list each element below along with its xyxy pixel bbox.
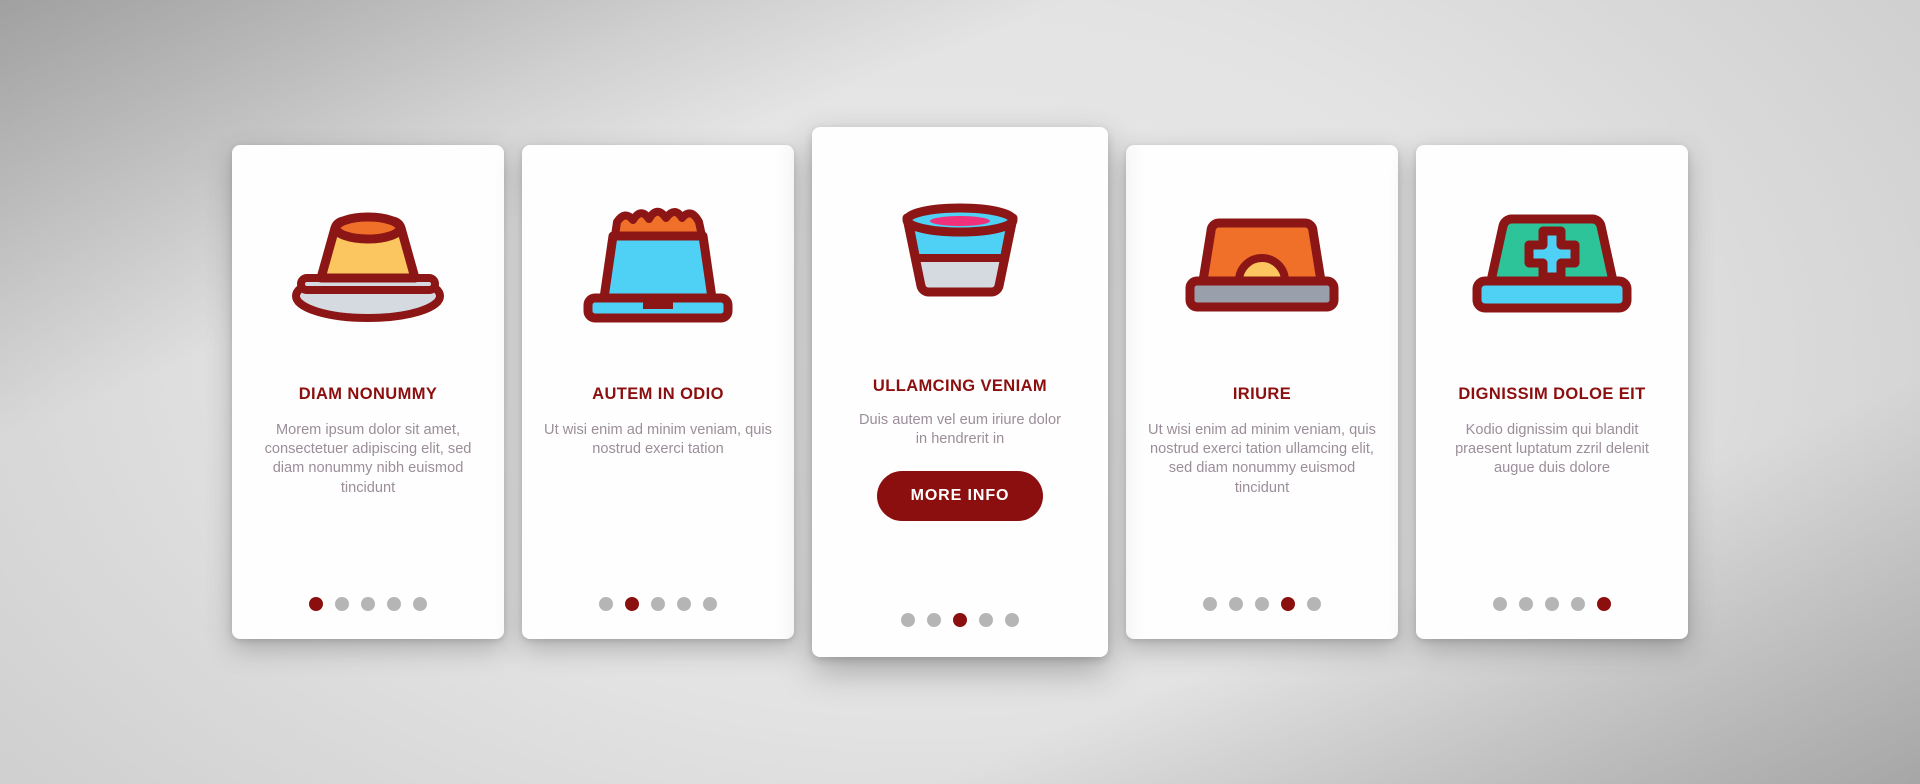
pagination-dot[interactable] xyxy=(1493,597,1507,611)
pet-food-bowl-filled-icon xyxy=(292,212,444,322)
onboarding-card[interactable]: DIGNISSIM DOLOE EIT Kodio dignissim qui b… xyxy=(1416,145,1688,639)
pagination-dot-active[interactable] xyxy=(1597,597,1611,611)
card-icon xyxy=(540,145,776,385)
pagination-dots xyxy=(599,597,717,611)
pagination-dot-active[interactable] xyxy=(625,597,639,611)
pagination-dot-active[interactable] xyxy=(309,597,323,611)
pet-bowl-with-kibble-icon xyxy=(583,207,733,323)
pagination-dot[interactable] xyxy=(413,597,427,611)
pagination-dot[interactable] xyxy=(927,613,941,627)
card-body-text: Kodio dignissim qui blandit praesent lup… xyxy=(1455,421,1649,477)
pagination-dot[interactable] xyxy=(1255,597,1269,611)
pet-feeder-tray-icon xyxy=(1185,218,1339,312)
card-rail: DIAM NONUMMY Morem ipsum dolor sit amet, … xyxy=(0,0,1920,784)
card-title: AUTEM IN ODIO xyxy=(592,385,724,403)
pagination-dot[interactable] xyxy=(901,613,915,627)
pagination-dot[interactable] xyxy=(1203,597,1217,611)
pagination-dots xyxy=(901,613,1019,627)
pagination-dot[interactable] xyxy=(599,597,613,611)
card-title: DIAM NONUMMY xyxy=(298,385,438,403)
pagination-dot[interactable] xyxy=(335,597,349,611)
card-icon xyxy=(250,145,486,385)
more-info-button[interactable]: MORE INFO xyxy=(876,471,1044,522)
pagination-dot[interactable] xyxy=(387,597,401,611)
pagination-dot[interactable] xyxy=(361,597,375,611)
pagination-dot[interactable] xyxy=(1519,597,1533,611)
card-icon xyxy=(830,127,1090,377)
card-body-text: Duis autem vel eum iriure dolor in hendr… xyxy=(859,411,1061,448)
pagination-dot[interactable] xyxy=(1545,597,1559,611)
card-body-text: Ut wisi enim ad minim veniam, quis nostr… xyxy=(1148,421,1376,496)
card-body-text: Ut wisi enim ad minim veniam, quis nostr… xyxy=(544,421,772,458)
onboarding-card[interactable]: ULLAMCING VENIAM Duis autem vel eum iriur… xyxy=(812,127,1108,657)
onboarding-card[interactable]: AUTEM IN ODIO Ut wisi enim ad minim venia… xyxy=(522,145,794,639)
onboarding-card[interactable]: DIAM NONUMMY Morem ipsum dolor sit amet, … xyxy=(232,145,504,639)
pagination-dot-active[interactable] xyxy=(953,613,967,627)
onboarding-card[interactable]: IRIURE Ut wisi enim ad minim veniam, quis… xyxy=(1126,145,1398,639)
pagination-dot[interactable] xyxy=(703,597,717,611)
pagination-dot[interactable] xyxy=(1571,597,1585,611)
card-icon xyxy=(1144,145,1380,385)
pagination-dot[interactable] xyxy=(651,597,665,611)
pagination-dot[interactable] xyxy=(979,613,993,627)
pagination-dot[interactable] xyxy=(1229,597,1243,611)
pagination-dots xyxy=(1493,597,1611,611)
onboarding-screens-canvas: DIAM NONUMMY Morem ipsum dolor sit amet, … xyxy=(0,0,1920,784)
medical-pet-bowl-cross-icon xyxy=(1472,214,1632,312)
water-bowl-icon xyxy=(902,203,1018,297)
card-title: DIGNISSIM DOLOE EIT xyxy=(1458,385,1646,403)
card-body-text: Morem ipsum dolor sit amet, consectetuer… xyxy=(264,421,472,496)
pagination-dot-active[interactable] xyxy=(1281,597,1295,611)
card-icon xyxy=(1434,145,1670,385)
card-title: IRIURE xyxy=(1232,385,1292,403)
pagination-dots xyxy=(309,597,427,611)
pagination-dots xyxy=(1203,597,1321,611)
card-title: ULLAMCING VENIAM xyxy=(872,377,1048,395)
pagination-dot[interactable] xyxy=(677,597,691,611)
pagination-dot[interactable] xyxy=(1005,613,1019,627)
pagination-dot[interactable] xyxy=(1307,597,1321,611)
